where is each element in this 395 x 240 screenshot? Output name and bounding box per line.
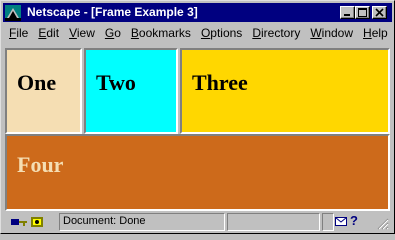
minimize-icon: [344, 14, 350, 16]
minimize-button[interactable]: [340, 6, 355, 19]
progress-panel: [227, 213, 320, 231]
frame-three-heading: Three: [192, 70, 248, 95]
frame-one-heading: One: [17, 70, 57, 95]
menu-file[interactable]: File: [3, 26, 32, 40]
frame-four-heading: Four: [17, 152, 64, 177]
menu-window[interactable]: Window: [304, 26, 357, 40]
netscape-logo-icon[interactable]: [5, 5, 21, 21]
menu-edit[interactable]: Edit: [32, 26, 63, 40]
security-key-icon: [11, 219, 27, 226]
status-blank-panel: [322, 213, 334, 231]
close-icon: [375, 8, 384, 17]
frameset: One Two Three Four: [3, 44, 392, 211]
menu-view[interactable]: View: [63, 26, 99, 40]
status-text: Document: Done: [63, 215, 146, 227]
resize-grip-icon[interactable]: [377, 218, 389, 230]
close-button[interactable]: [372, 6, 387, 19]
status-bar: Document: Done ?: [3, 212, 392, 232]
status-message-panel: Document: Done: [59, 213, 225, 231]
frame-two-heading: Two: [96, 70, 136, 95]
browser-window: Netscape - [Frame Example 3] File Edit V…: [0, 0, 395, 234]
frame-two[interactable]: Two: [84, 48, 178, 134]
maximize-icon: [358, 8, 367, 17]
status-indicators: [11, 217, 43, 227]
menu-bar: File Edit View Go Bookmarks Options Dire…: [3, 23, 392, 43]
menu-bookmarks[interactable]: Bookmarks: [125, 26, 195, 40]
frame-one[interactable]: One: [5, 48, 82, 134]
menu-help[interactable]: Help: [357, 26, 392, 40]
frame-four[interactable]: Four: [5, 134, 390, 211]
online-connection-icon: [31, 217, 43, 227]
menu-directory[interactable]: Directory: [246, 26, 304, 40]
frame-three[interactable]: Three: [180, 48, 390, 134]
maximize-button[interactable]: [355, 6, 370, 19]
title-bar[interactable]: Netscape - [Frame Example 3]: [3, 3, 392, 22]
menu-go[interactable]: Go: [99, 26, 125, 40]
window-title: Netscape - [Frame Example 3]: [27, 5, 198, 19]
menu-options[interactable]: Options: [195, 26, 246, 40]
mail-icon[interactable]: [335, 217, 347, 226]
help-icon[interactable]: ?: [350, 213, 358, 228]
